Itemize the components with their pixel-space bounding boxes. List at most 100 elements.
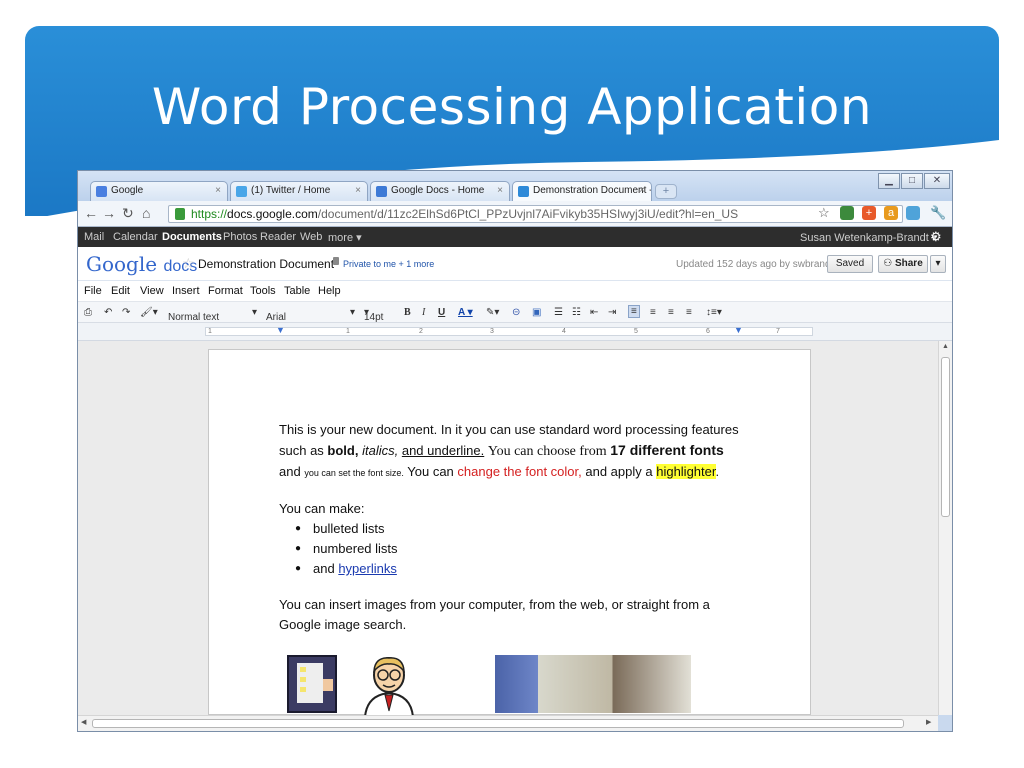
home-icon[interactable]: ⌂ <box>142 205 150 221</box>
gbar-link-calendar[interactable]: Calendar <box>113 231 158 243</box>
paragraph-features: This is your new document. In it you can… <box>279 420 749 483</box>
lock-icon <box>333 257 339 265</box>
menu-edit[interactable]: Edit <box>111 285 130 297</box>
decrease-indent-icon[interactable]: ⇤ <box>590 307 598 318</box>
menu-format[interactable]: Format <box>208 285 243 297</box>
menu-table[interactable]: Table <box>284 285 310 297</box>
share-dropdown-button[interactable]: ▾ <box>930 255 946 273</box>
numbered-list-icon[interactable]: ☰ <box>554 307 563 318</box>
align-center-icon[interactable]: ≡ <box>650 307 656 318</box>
ruler-number: 6 <box>706 328 710 335</box>
text-color-icon[interactable]: A ▾ <box>458 307 473 318</box>
slide-title: Word Processing Application <box>151 78 873 136</box>
saved-button[interactable]: Saved <box>827 255 873 273</box>
bulleted-list: bulleted lists numbered lists and hyperl… <box>287 519 749 579</box>
gbar-link-more[interactable]: more ▾ <box>328 231 362 244</box>
align-right-icon[interactable]: ≡ <box>668 307 674 318</box>
bold-icon[interactable]: B <box>404 307 411 318</box>
insert-image-icon[interactable]: ▣ <box>532 307 541 318</box>
close-icon[interactable]: × <box>497 185 503 196</box>
new-tab-button[interactable]: + <box>655 184 677 199</box>
tab-google[interactable]: Google × <box>90 181 228 201</box>
sharing-status-link[interactable]: Private to me + 1 more <box>343 259 434 269</box>
menu-help[interactable]: Help <box>318 285 341 297</box>
evernote-extension-icon[interactable] <box>840 206 854 220</box>
browser-window: Google × (1) Twitter / Home × Google Doc… <box>77 170 953 732</box>
amazon-extension-icon[interactable]: a <box>884 206 898 220</box>
scroll-left-icon[interactable]: ◀ <box>81 718 86 726</box>
back-arrow-icon[interactable]: ← <box>84 205 98 221</box>
wrench-icon[interactable]: 🔧 <box>930 205 946 221</box>
tab-label: (1) Twitter / Home <box>251 185 331 196</box>
doc-header: Google docs ☆ Demonstration Document Pri… <box>78 247 952 281</box>
menu-tools[interactable]: Tools <box>250 285 276 297</box>
scroll-up-icon[interactable]: ▲ <box>942 343 949 350</box>
close-icon[interactable]: × <box>639 185 645 196</box>
reload-icon[interactable]: ↻ <box>122 205 134 222</box>
link-icon[interactable]: ⊝ <box>512 307 520 318</box>
forward-arrow-icon[interactable]: → <box>102 205 116 221</box>
right-indent-marker-icon[interactable]: ▼ <box>734 325 743 335</box>
gbar-link-documents[interactable]: Documents <box>162 231 222 243</box>
tab-twitter[interactable]: (1) Twitter / Home × <box>230 181 368 201</box>
ruler-number: 5 <box>634 328 638 335</box>
print-icon[interactable]: ⎙ <box>84 307 92 318</box>
gbar-link-mail[interactable]: Mail <box>84 231 104 243</box>
formatting-toolbar: ⎙ ↶ ↷ 🖌▾ Normal text ▾ Arial ▾ 14pt ▾ B I … <box>78 301 952 323</box>
font-size-select[interactable]: 14pt ▾ <box>364 307 383 323</box>
scroll-thumb[interactable] <box>941 357 950 517</box>
underline-icon[interactable]: U <box>438 307 445 318</box>
close-icon[interactable]: × <box>215 185 221 196</box>
bulleted-list-icon[interactable]: ☷ <box>572 307 581 318</box>
clipart-man-glasses-image[interactable] <box>357 655 421 717</box>
bookmark-star-icon[interactable]: ☆ <box>818 205 830 221</box>
settings-gear-icon[interactable]: ⚙ <box>930 229 942 245</box>
italic-icon[interactable]: I <box>422 307 425 318</box>
tab-google-docs-home[interactable]: Google Docs - Home × <box>370 181 510 201</box>
underlined-text: and underline. <box>401 443 485 458</box>
text-run: and <box>279 464 301 479</box>
undo-icon[interactable]: ↶ <box>104 307 112 318</box>
scroll-right-icon[interactable]: ▶ <box>926 718 931 726</box>
user-account-menu[interactable]: Susan Wetenkamp-Brandt ▾ <box>800 231 937 244</box>
increase-indent-icon[interactable]: ⇥ <box>608 307 616 318</box>
menu-insert[interactable]: Insert <box>172 285 200 297</box>
docs-favicon-icon <box>376 186 387 197</box>
tab-demonstration-document[interactable]: Demonstration Document - × <box>512 181 652 201</box>
url-bar[interactable]: https://docs.google.com/document/d/11zc2… <box>168 205 903 223</box>
photo-classroom-image[interactable] <box>495 655 691 713</box>
redo-icon[interactable]: ↷ <box>122 307 130 318</box>
close-icon[interactable]: × <box>355 185 361 196</box>
window-close-button[interactable]: ✕ <box>924 173 950 189</box>
justify-icon[interactable]: ≡ <box>686 307 692 318</box>
document-title[interactable]: Demonstration Document <box>198 257 334 271</box>
paragraph-lists-intro: You can make: <box>279 501 365 516</box>
menu-file[interactable]: File <box>84 285 102 297</box>
align-left-icon[interactable]: ≡ <box>628 305 640 318</box>
minimize-button[interactable]: ▁ <box>878 173 900 189</box>
ruler-track: 1 1 2 3 4 5 6 7 ▼ ▼ <box>205 325 813 336</box>
vertical-scrollbar[interactable]: ▲ <box>938 341 952 715</box>
text-run: You can <box>407 464 454 479</box>
horizontal-scrollbar[interactable]: ◀ ▶ <box>78 715 938 731</box>
document-body[interactable]: This is your new document. In it you can… <box>279 420 749 651</box>
add-extension-icon[interactable]: + <box>862 206 876 220</box>
left-indent-marker-icon[interactable]: ▼ <box>276 325 285 335</box>
paint-format-icon[interactable]: 🖌▾ <box>140 307 158 318</box>
google-docs-logo[interactable]: Google docs <box>86 252 197 276</box>
gbar-link-reader[interactable]: Reader <box>260 231 296 243</box>
document-page[interactable]: This is your new document. In it you can… <box>208 349 811 717</box>
menu-view[interactable]: View <box>140 285 164 297</box>
scroll-thumb[interactable] <box>92 719 904 728</box>
highlight-color-icon[interactable]: ✎▾ <box>486 307 499 318</box>
star-icon[interactable]: ☆ <box>182 255 195 272</box>
share-button[interactable]: ⚇ Share <box>878 255 928 273</box>
hyperlink[interactable]: hyperlinks <box>338 561 397 576</box>
gbar-link-photos[interactable]: Photos <box>223 231 257 243</box>
maximize-button[interactable]: □ <box>901 173 923 189</box>
menu-bar: File Edit View Insert Format Tools Table… <box>78 281 952 301</box>
clipart-checklist-image[interactable] <box>287 655 337 713</box>
gbar-link-web[interactable]: Web <box>300 231 322 243</box>
line-spacing-icon[interactable]: ↕≡▾ <box>706 307 722 318</box>
share-extension-icon[interactable] <box>906 206 920 220</box>
